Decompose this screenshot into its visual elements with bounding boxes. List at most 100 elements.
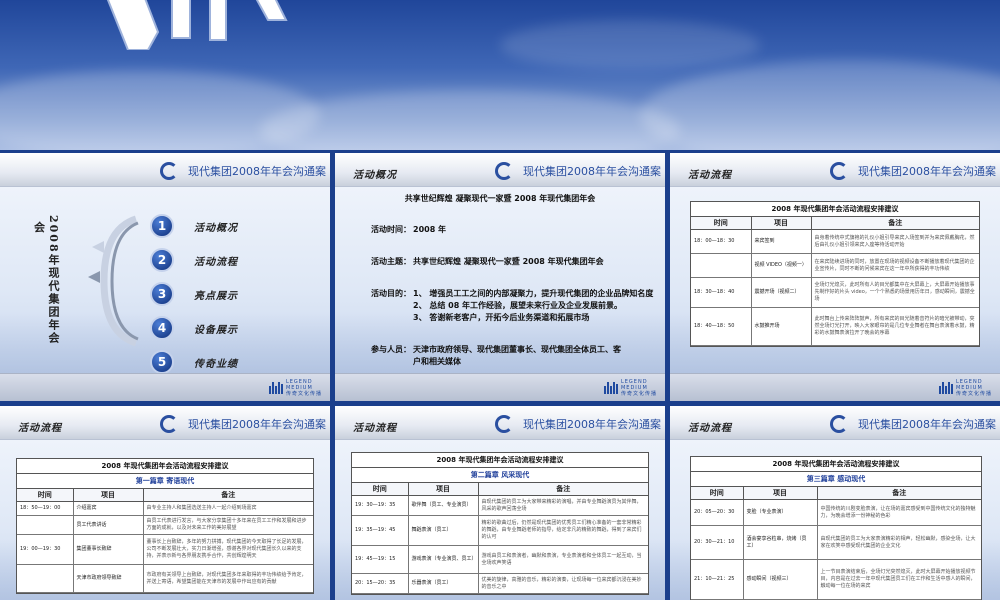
column-header: 备注 [143,489,313,502]
table-row: 19：45—19：15 游戏表演（专业演员、员工） 游戏由员工和表演者，幽默和表演，… [352,545,648,574]
slide-header: 活动概况 现代集团2008年年会沟通案 [335,153,665,187]
slide-title: 现代集团2008年年会沟通案 [188,165,326,178]
slide-footer: LEGEND MEDIUM 传奇文化传播 [335,373,665,401]
table-row: 天津市政府领导致辞 市政府有关领导上台致辞，对现代集团多年来取得的丰功伟绩给予肯定… [17,564,313,593]
column-header: 时间 [691,217,752,230]
slide-flow-1[interactable]: 活动流程 现代集团2008年年会沟通案 2008 年现代集团年会活动流程安排建议… [670,153,1000,401]
slide-title: 现代集团2008年年会沟通案 [523,418,661,431]
column-header: 备注 [478,483,648,496]
column-header: 项目 [743,487,818,500]
slide-overview[interactable]: 活动概况 现代集团2008年年会沟通案 共享世纪辉煌 凝聚现代一家暨 2008 … [335,153,665,401]
slide-header: 活动流程 现代集团2008年年会沟通案 [670,406,1000,440]
field-key: 活动目的： [371,289,411,298]
legend-medium-logo: LEGEND MEDIUM 传奇文化传播 [603,379,657,397]
field-value: 共享世纪辉煌 凝聚现代一家暨 2008 年现代集团年会 [413,257,604,266]
agenda-item[interactable]: 3 亮点展示 [150,277,238,311]
schedule-table: 2008 年现代集团年会活动流程安排建议 第三篇章 感动现代 时间 项目 备注 20… [690,456,982,600]
table-row: 19：00—19：30 集团董事长致辞 董事长上台致辞，多年的努力拼搏，现代集团的今… [17,534,313,565]
goal-item: 1、 增强员工工之间的内部凝聚力，提升现代集团的企业品牌知名度 [413,289,654,298]
agenda-item-label: 亮点展示 [194,290,238,302]
slide-flow-3[interactable]: 活动流程 现代集团2008年年会沟通案 2008 年现代集团年会活动流程安排建议… [335,406,665,600]
vertical-title-a: 会 [34,221,45,234]
table-row: 18：00—18：30 来宾签到 由身着传统中式旗袍的礼仪小姐引导来宾入场签到并为来… [691,229,979,254]
column-header: 时间 [352,483,409,496]
brand-swirl-icon [830,162,848,180]
agenda-item[interactable]: 4 设备展示 [150,311,238,345]
table-row: 20：30—21：10 酒会宴享谷粒串，烧烤（员工） 由现代集团的员工为大家表演精彩… [691,525,981,560]
brand-swirl-icon [830,415,848,433]
agenda-item-label: 活动概况 [194,222,238,234]
section-label: 活动流程 [688,423,732,434]
slide-footer: LEGEND MEDIUM 传奇文化传播 [670,373,1000,401]
table-row: 18：40—18：50 水鼓推开场 此时舞台上传来阵阵鼓声，所有来宾的目光随着音符片… [691,307,979,346]
table-row: 18：30—18：40 震撼开场（视频二） 全场灯光熄灭，此时所有人的目光都集中在大… [691,277,979,308]
cloud-shape [260,90,680,150]
table-row: 18：50—19：00 介绍嘉宾 由专业主持人和集团选送主持人一起介绍到场嘉宾 [17,501,313,516]
table-caption: 2008 年现代集团年会活动流程安排建议 [17,459,313,474]
cloud-shape [640,60,1000,150]
agenda-item-label: 设备展示 [194,324,238,336]
field-value: 2008 年 [413,225,447,234]
brand-swirl-icon [160,162,178,180]
legend-medium-logo: LEGEND MEDIUM 传奇文化传播 [268,379,322,397]
agenda-item-label: 传奇业绩 [194,358,238,370]
agenda-arc-arrows [88,215,139,347]
overview-headline: 共享世纪辉煌 凝聚现代一家暨 2008 年现代集团年会 [404,194,596,203]
agenda-item-label: 活动流程 [194,256,238,268]
vertical-title: 2008年现代集团年会 [47,215,60,345]
slide-header: 活动流程 现代集团2008年年会沟通案 [335,406,665,440]
section-label: 活动流程 [353,423,397,434]
slide-footer: LEGEND MEDIUM 传奇文化传播 [0,373,330,401]
legend-medium-logo: LEGEND MEDIUM 传奇文化传播 [938,379,992,397]
agenda-item[interactable]: 2 活动流程 [150,243,238,277]
table-subtitle: 第二篇章 风采现代 [352,468,648,483]
column-header: 时间 [17,489,74,502]
agenda-number-badge: 1 [150,214,174,238]
header-banner [0,0,1000,150]
field-key: 参与人员： [371,345,411,354]
schedule-table: 2008 年现代集团年会活动流程安排建议 第二篇章 风采现代 时间 项目 备注 19… [351,452,649,595]
agenda-number-badge: 4 [150,316,174,340]
field-key: 活动主题： [371,257,411,266]
column-header: 时间 [691,487,744,500]
brand-swirl-icon [495,162,513,180]
table-row: 20：05—20：30 变脸（专业表演） 中国传统的川剧变脸表演，让在场的嘉宾感受到… [691,499,981,526]
slide-title: 现代集团2008年年会沟通案 [523,165,661,178]
slide-title: 现代集团2008年年会沟通案 [858,165,996,178]
section-label: 活动流程 [18,423,62,434]
table-caption: 2008 年现代集团年会活动流程安排建议 [691,202,979,217]
table-subtitle: 第三篇章 感动现代 [691,472,981,487]
agenda-number-badge: 3 [150,282,174,306]
slide-agenda[interactable]: 现代集团2008年年会沟通案 会 2008年现代集团年会 1 活动概况 2 活动流程… [0,153,330,401]
table-row: 视频 VIDEO（视频一） 在来宾陆续进场的同时，放置在现场的视频设备不断播放着现… [691,253,979,278]
table-row: 20：15—20：35 乐器表演（员工） 优美的旋律，高雅的音乐，精彩的演奏，让现场… [352,573,648,594]
agenda-list: 1 活动概况 2 活动流程 3 亮点展示 4 设备展示 5 传奇业绩 [150,209,238,379]
goal-list: 1、 增强员工工之间的内部凝聚力，提升现代集团的企业品牌知名度 2、 总结 08… [413,288,653,324]
slide-flow-2[interactable]: 活动流程 现代集团2008年年会沟通案 2008 年现代集团年会活动流程安排建议… [0,406,330,600]
logo-bars-icon [268,382,283,394]
table-row: 19：35—19：45 舞蹈表演（员工） 精彩的歌曲过后，仍然是现代集团的优秀员工们… [352,515,648,546]
legend-logo-art [106,0,288,50]
slide-header: 活动流程 现代集团2008年年会沟通案 [670,153,1000,187]
table-row: 21：10—21：25 感动瞬间（视频三） 上一节目表演结束后，全场灯光突然熄灭，此… [691,559,981,600]
section-label: 活动流程 [688,170,732,181]
logo-bars-icon [938,382,953,394]
column-header: 项目 [751,217,812,230]
overview-content: 共享世纪辉煌 凝聚现代一家暨 2008 年现代集团年会 活动时间： 2008 年 … [335,193,665,388]
agenda-item[interactable]: 1 活动概况 [150,209,238,243]
column-header: 项目 [73,489,144,502]
brand-swirl-icon [495,415,513,433]
field-key: 活动时间： [371,225,411,234]
table-row: 19：30—19：35 歌伴舞（员工、专业演员） 由现代集团的员工为大家带来精彩的演… [352,495,648,516]
schedule-table: 2008 年现代集团年会活动流程安排建议 时间 项目 备注 18：00—18：30 来… [690,201,980,347]
table-caption: 2008 年现代集团年会活动流程安排建议 [691,457,981,472]
slide-flow-4[interactable]: 活动流程 现代集团2008年年会沟通案 2008 年现代集团年会活动流程安排建议… [670,406,1000,600]
brand-swirl-icon [160,415,178,433]
goal-item: 3、 答谢新老客户，开拓今后业务渠道和拓展市场 [413,313,590,322]
agenda-number-badge: 5 [150,350,174,374]
goal-item: 2、 总结 08 年工作经验，展望未来行业及企业发展前景。 [413,301,623,310]
slide-header: 现代集团2008年年会沟通案 [0,153,330,187]
logo-bars-icon [603,382,618,394]
column-header: 备注 [811,217,979,230]
table-subtitle: 第一篇章 寄语现代 [17,474,313,489]
